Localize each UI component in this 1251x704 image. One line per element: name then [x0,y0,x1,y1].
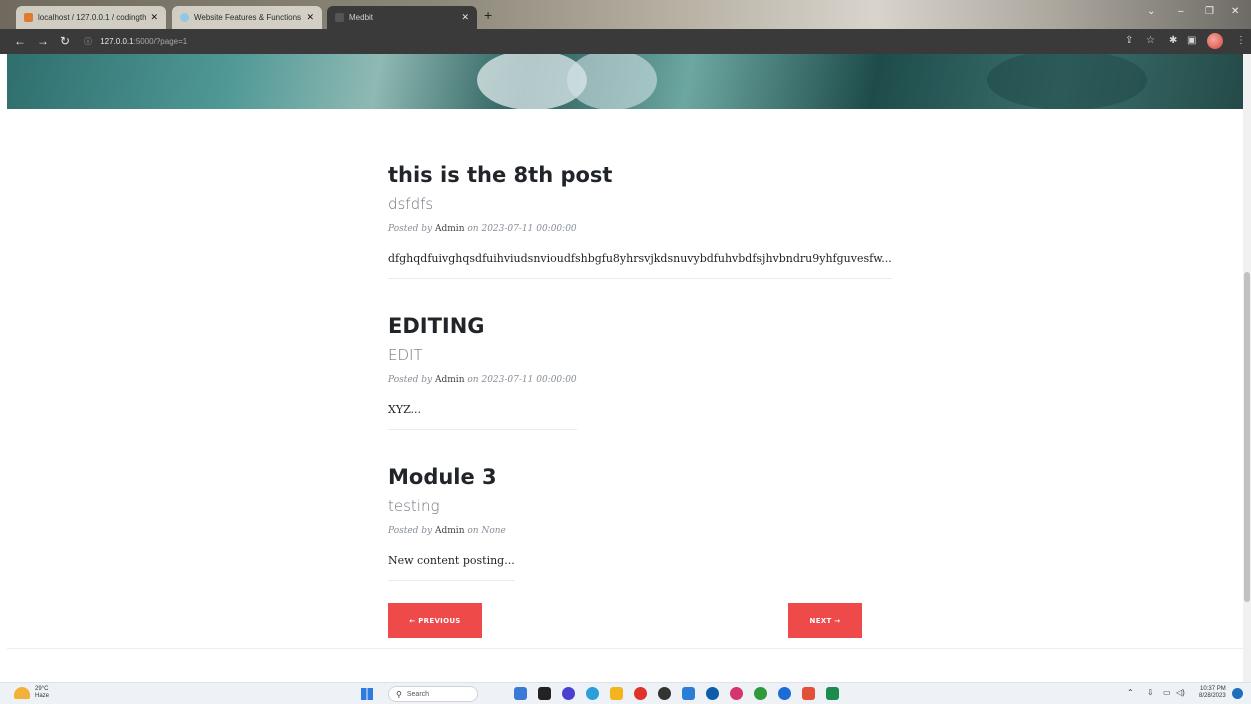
tab-close-icon[interactable]: ✕ [306,12,314,23]
scrollbar-thumb[interactable] [1244,272,1250,602]
url-path: :5000/?page=1 [133,37,188,46]
post-preview: EDITING EDIT Posted by Admin on 2023-07-… [388,311,577,430]
clock-time: 10:37 PM [1200,686,1226,692]
weather-sun-icon [14,687,30,699]
next-page-button[interactable]: NEXT → [788,603,862,638]
post-subtitle[interactable]: testing [388,495,515,517]
new-tab-button[interactable]: + [484,7,492,23]
tray-overflow-chevron-icon[interactable]: ⌃ [1127,688,1134,697]
vscode-icon[interactable] [682,687,695,700]
restore-button[interactable]: ❐ [1205,6,1214,17]
header-image [7,54,1244,109]
clock-date: 8/28/2023 [1199,693,1226,699]
search-icon: ⚲ [396,689,402,699]
github-icon[interactable] [658,687,671,700]
close-window-button[interactable]: ✕ [1231,6,1239,17]
profile-avatar[interactable] [1207,33,1223,49]
weather-temp: 29°C [35,686,49,692]
footer-divider [7,648,1243,649]
back-arrow-icon[interactable]: ← [14,34,26,48]
sidebar-icon[interactable]: ▣ [1187,35,1196,46]
weather-widget[interactable]: 29°C Haze [14,686,49,700]
screen: localhost / 127.0.0.1 / codingthu ✕ Webs… [0,0,1251,704]
tray-app-icon[interactable]: ⇩ [1147,688,1154,697]
forward-arrow-icon[interactable]: → [37,34,49,48]
widgets-icon[interactable] [538,687,551,700]
post-meta: Posted by Admin on 2023-07-11 00:00:00 [388,375,577,385]
previous-page-button[interactable]: ← PREVIOUS [388,603,482,638]
tab-close-icon[interactable]: ✕ [150,12,158,23]
teams-chat-icon[interactable] [562,687,575,700]
app-icon[interactable] [802,687,815,700]
post-excerpt: XYZ... [388,403,422,416]
volume-icon[interactable]: ◁) [1176,688,1185,697]
browser-tab-strip: localhost / 127.0.0.1 / codingthu ✕ Webs… [0,0,1251,29]
tab-website-features[interactable]: Website Features & Functions ✕ [172,6,322,29]
post-subtitle[interactable]: EDIT [388,344,577,366]
address-bar[interactable]: ⓘ 127.0.0.1:5000/?page=1 [84,36,187,47]
post-title[interactable]: EDITING [388,311,577,341]
post-title[interactable]: this is the 8th post [388,160,892,190]
search-placeholder: Search [406,690,430,698]
reload-icon[interactable]: ↻ [60,34,70,48]
post-date: None [481,526,506,536]
post-date: 2023-07-11 00:00:00 [481,224,577,234]
terminal-icon[interactable] [826,687,839,700]
tab-close-icon[interactable]: ✕ [461,12,469,23]
windows-taskbar: 29°C Haze ⚲ Search ⌃ ⇩ ▭ ◁) 10:37 PM 8/2… [0,682,1251,704]
battery-network-icon[interactable]: ▭ [1163,688,1171,697]
tab-label: Medbit [349,13,374,22]
chrome-canary-icon[interactable] [754,687,767,700]
windows-start-icon[interactable] [361,688,373,700]
post-preview: this is the 8th post dsfdfs Posted by Ad… [388,160,892,279]
tab-phpmyadmin[interactable]: localhost / 127.0.0.1 / codingthu ✕ [16,6,166,29]
taskbar-search-box[interactable]: ⚲ Search [388,686,478,702]
post-date: 2023-07-11 00:00:00 [481,375,577,385]
post-meta: Posted by Admin on None [388,526,506,536]
chrome-icon[interactable] [634,687,647,700]
tab-medbit-active[interactable]: Medbit ✕ [327,6,477,29]
post-meta: Posted by Admin on 2023-07-11 00:00:00 [388,224,577,234]
url-host: 127.0.0.1 [100,37,134,46]
edge-browser-icon[interactable] [586,687,599,700]
system-clock[interactable]: 10:37 PM 8/28/2023 [1199,686,1226,700]
tab-favicon-icon [180,13,189,22]
notification-icon[interactable] [1232,688,1243,699]
extensions-puzzle-icon[interactable]: ✱ [1169,35,1177,46]
post-divider [388,580,515,581]
post-divider [388,278,892,279]
post-excerpt: dfghqdfuivghqsdfuihviudsnvioudfshbgfu8yh… [388,252,892,265]
weather-condition: Haze [35,693,50,699]
post-title[interactable]: Module 3 [388,462,515,492]
tab-label: localhost / 127.0.0.1 / codingthu [38,13,147,22]
chrome-dev-icon[interactable] [778,687,791,700]
menu-kebab-icon[interactable]: ⋮ [1236,35,1246,46]
app-icon[interactable] [706,687,719,700]
tab-favicon-icon [335,13,344,22]
post-author[interactable]: Admin [435,224,464,234]
tab-search-chevron-icon[interactable]: ⌄ [1147,6,1155,17]
tab-label: Website Features & Functions [194,13,302,22]
minimize-button[interactable]: – [1178,6,1184,17]
browser-toolbar: ← → ↻ ⓘ 127.0.0.1:5000/?page=1 ⇪ ☆ ✱ ▣ ⋮ [0,29,1251,54]
app-icon[interactable] [730,687,743,700]
file-explorer-icon[interactable] [610,687,623,700]
post-subtitle[interactable]: dsfdfs [388,193,892,215]
task-view-icon[interactable] [514,687,527,700]
post-divider [388,429,577,430]
bookmark-star-icon[interactable]: ☆ [1146,35,1155,46]
site-info-icon[interactable]: ⓘ [84,37,92,46]
share-icon[interactable]: ⇪ [1125,35,1133,46]
post-author[interactable]: Admin [435,375,464,385]
post-excerpt: New content posting... [388,554,515,567]
post-preview: Module 3 testing Posted by Admin on None… [388,462,515,581]
tab-favicon-icon [24,13,33,22]
post-author[interactable]: Admin [435,526,464,536]
